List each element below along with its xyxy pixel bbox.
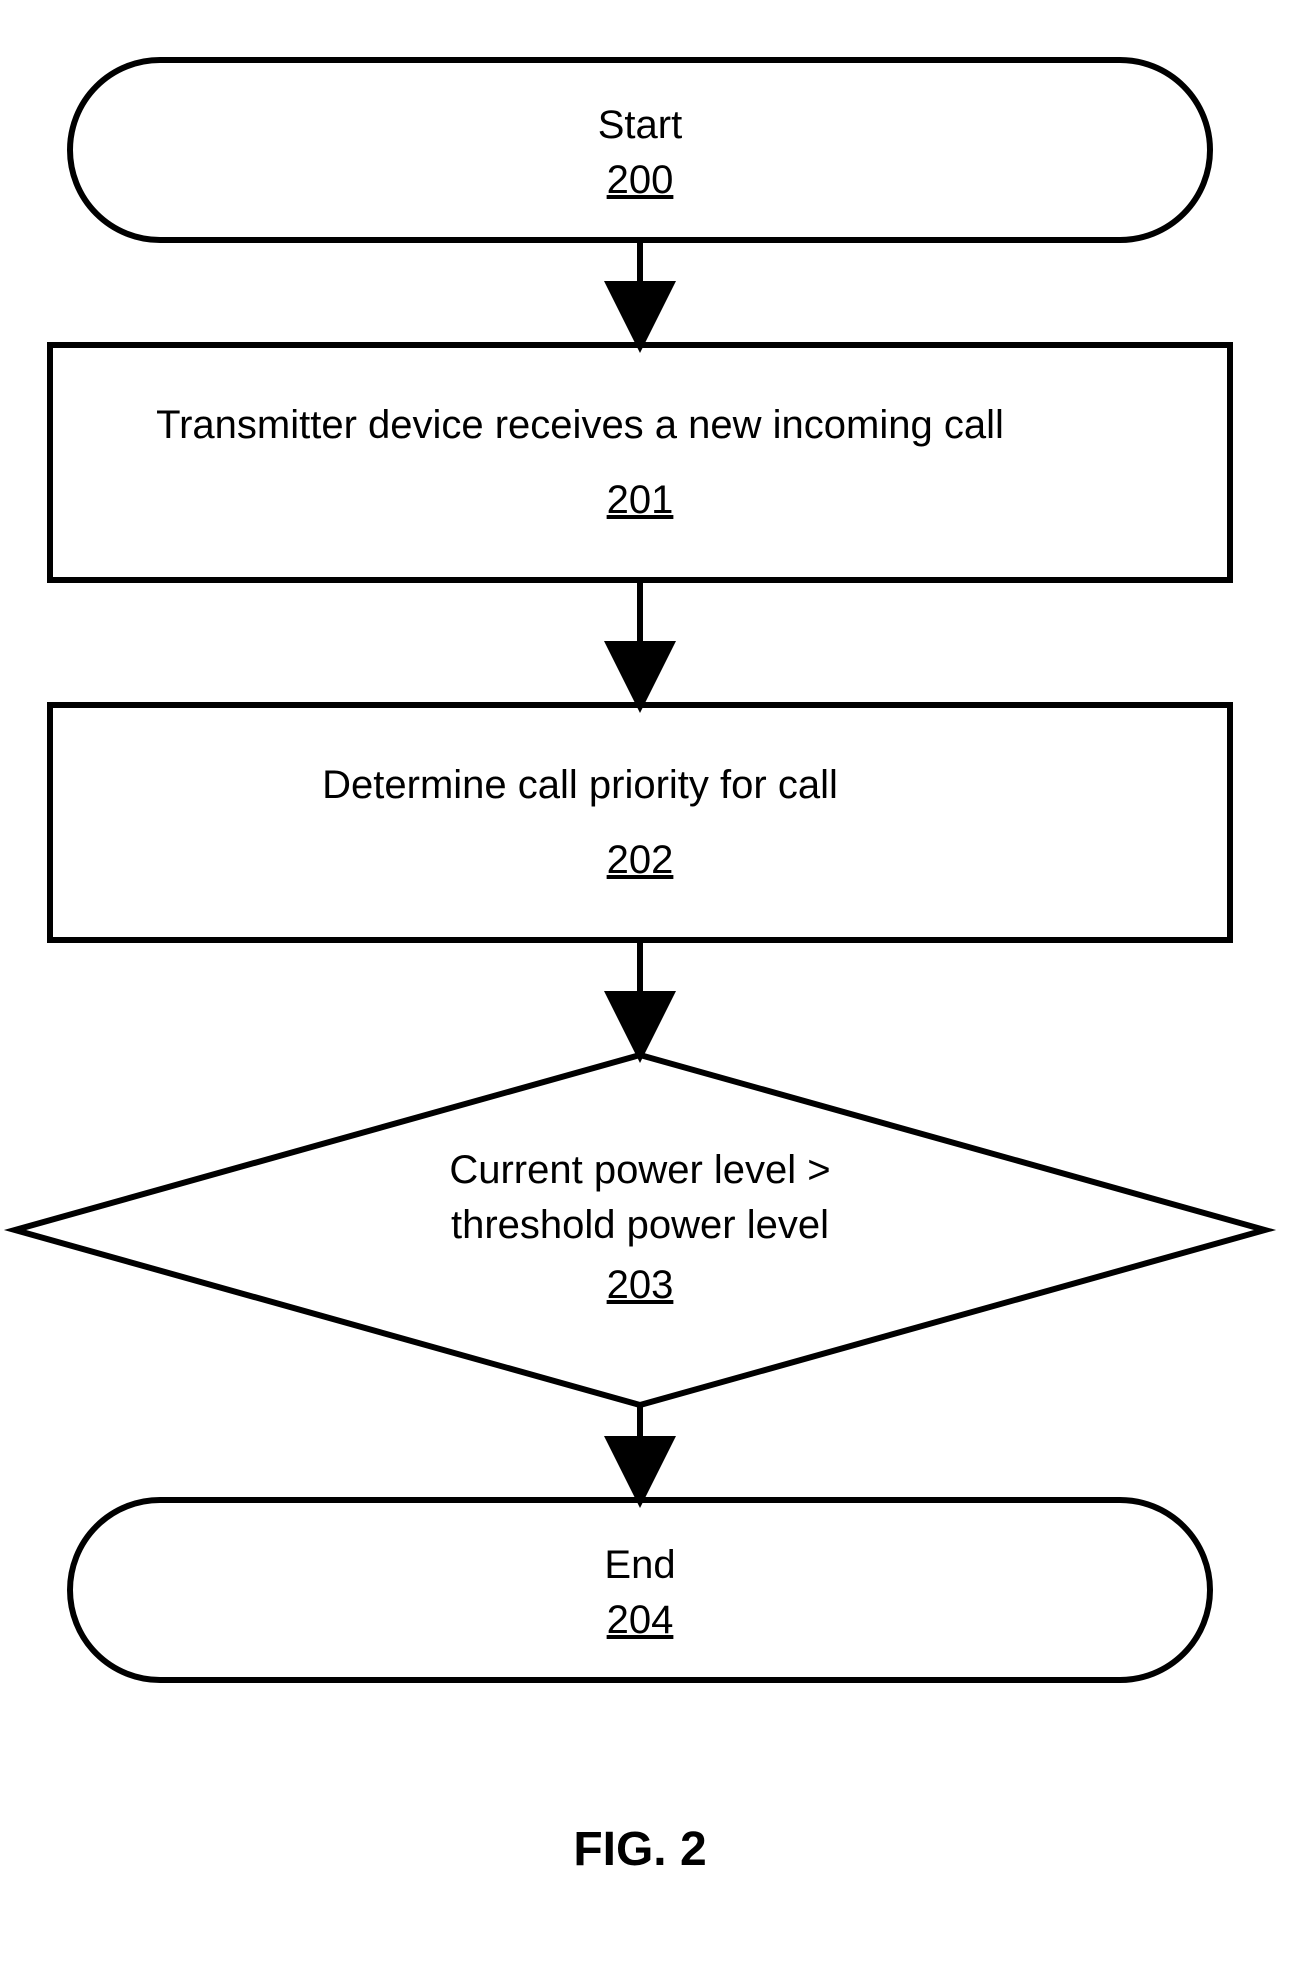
- start-shape: [70, 60, 1210, 240]
- decision-line1: Current power level >: [0, 1145, 1280, 1195]
- step1-shape: [50, 345, 1230, 580]
- flowchart-svg: [0, 0, 1312, 1979]
- start-number: 200: [0, 155, 1280, 205]
- step2-number: 202: [0, 835, 1280, 885]
- end-number: 204: [0, 1595, 1280, 1645]
- decision-number: 203: [0, 1260, 1280, 1310]
- end-shape: [70, 1500, 1210, 1680]
- step1-number: 201: [0, 475, 1280, 525]
- flowchart-figure: Start 200 Transmitter device receives a …: [0, 0, 1312, 1979]
- decision-line2: threshold power level: [0, 1200, 1280, 1250]
- start-title: Start: [0, 100, 1280, 150]
- step2-title: Determine call priority for call: [0, 760, 1160, 810]
- figure-caption: FIG. 2: [0, 1820, 1280, 1880]
- end-title: End: [0, 1540, 1280, 1590]
- step2-shape: [50, 705, 1230, 940]
- step1-title: Transmitter device receives a new incomi…: [0, 400, 1160, 450]
